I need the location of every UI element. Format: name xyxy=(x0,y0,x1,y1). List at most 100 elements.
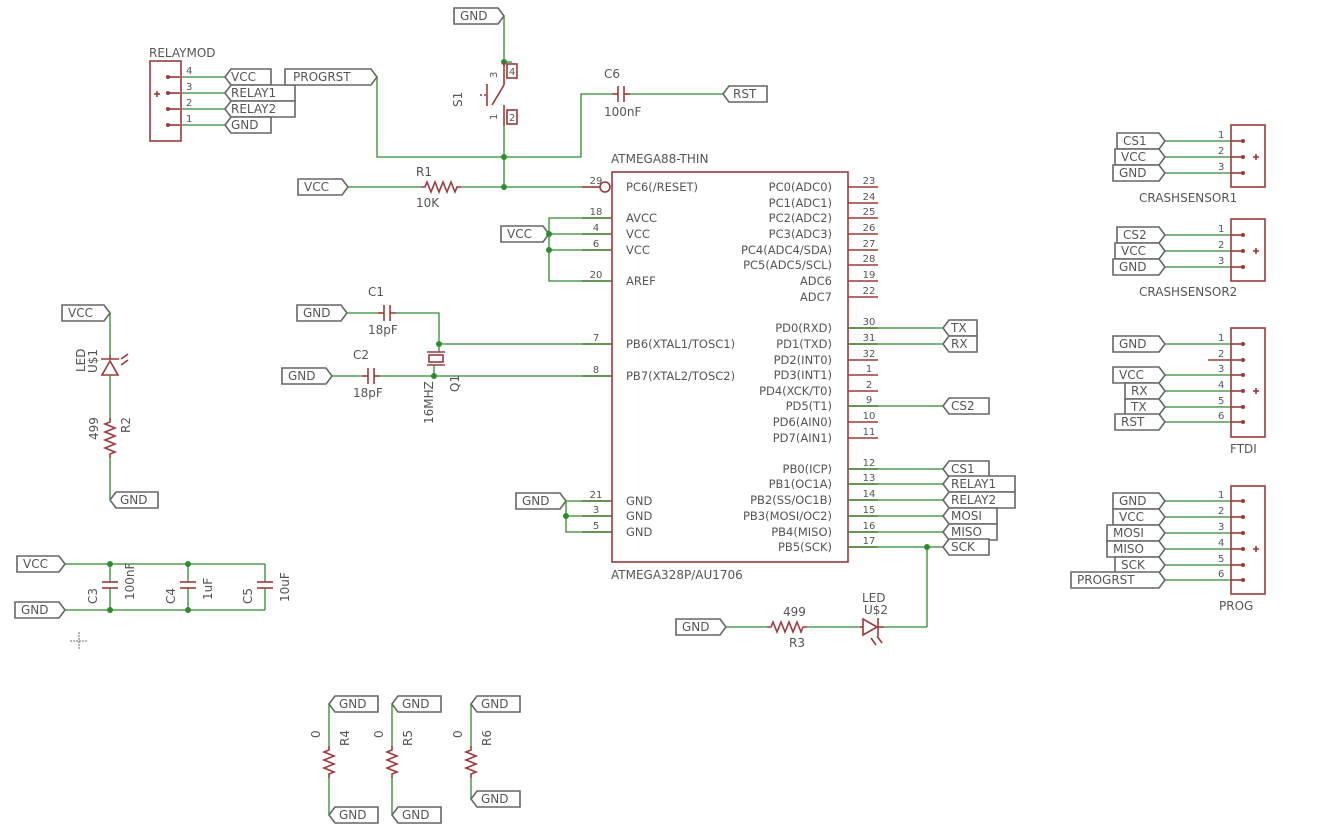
net-flag-miso[interactable]: MISO xyxy=(942,523,998,541)
svg-text:VCC: VCC xyxy=(1121,150,1146,164)
net-flag-progrst[interactable]: PROGRST xyxy=(284,68,378,86)
svg-text:1: 1 xyxy=(1218,224,1224,235)
net-flag-vcc[interactable]: VCC xyxy=(1114,242,1166,260)
crashsensor1-connector[interactable]: CS1 VCC GND 1 2 3 CRASHSENSOR1 xyxy=(1112,124,1266,205)
r1-value: 10K xyxy=(416,196,440,210)
net-flag-gnd[interactable]: GND xyxy=(1112,258,1166,276)
net-flag-gnd[interactable]: GND xyxy=(296,304,348,322)
mcu-pin-name: PC0(ADC0) xyxy=(769,180,832,194)
net-flag-cs1[interactable]: CS1 xyxy=(1116,132,1166,150)
capacitor-c2[interactable]: C2 18pF xyxy=(353,348,383,400)
net-flag-gnd[interactable]: GND xyxy=(281,367,333,385)
net-flag-vcc[interactable]: VCC xyxy=(61,304,111,322)
resistor-r3[interactable]: 499 R3 xyxy=(767,605,807,650)
capacitor-c3[interactable]: C3 100nF xyxy=(86,562,137,610)
svg-text:RELAY1: RELAY1 xyxy=(951,477,996,491)
led-u1[interactable]: LED U$1 xyxy=(74,348,129,376)
svg-text:GND: GND xyxy=(21,603,49,617)
resistor-r2[interactable]: 499 R2 xyxy=(87,417,133,458)
net-flag-vcc[interactable]: VCC xyxy=(1112,366,1166,384)
net-flag-tx[interactable]: TX xyxy=(1124,398,1166,416)
mcu-pin-number: 29 xyxy=(590,176,603,187)
net-flag-gnd[interactable]: GND xyxy=(1112,335,1166,353)
net-flag-vcc[interactable]: VCC xyxy=(224,68,272,86)
net-flag-progrst[interactable]: PROGRST xyxy=(1070,571,1166,589)
net-flag-mosi[interactable]: MOSI xyxy=(1106,524,1166,542)
mcu-atmega[interactable]: ATMEGA88-THIN ATMEGA328P/AU1706 29 PC6(/R… xyxy=(582,152,878,582)
svg-text:VCC: VCC xyxy=(1119,510,1144,524)
net-flag-gnd[interactable]: GND xyxy=(515,492,567,510)
capacitor-c6[interactable]: C6 100nF xyxy=(604,67,642,119)
mcu-pin-name: PB0(ICP) xyxy=(783,462,832,476)
resistor-r4[interactable]: GND GND 0 R4 xyxy=(309,695,379,824)
relaymod-connector[interactable]: RELAYMOD 4 3 2 1 xyxy=(149,46,225,142)
net-flag-vcc[interactable]: VCC xyxy=(1112,508,1166,526)
svg-text:RELAY1: RELAY1 xyxy=(231,86,276,100)
mcu-pin-name: PB4(MISO) xyxy=(771,525,832,539)
svg-text:2: 2 xyxy=(1218,146,1224,157)
net-flag-sck[interactable]: SCK xyxy=(942,538,990,556)
mcu-pin-name: PB2(SS/OC1B) xyxy=(750,493,832,507)
svg-text:GND: GND xyxy=(339,808,367,822)
net-flag-gnd[interactable]: GND xyxy=(14,601,66,619)
mcu-pin-number: 1 xyxy=(866,364,872,375)
net-flag-vcc[interactable]: VCC xyxy=(500,225,550,243)
resistor-r1[interactable]: R1 10K xyxy=(416,165,461,210)
net-flag-vcc[interactable]: VCC xyxy=(297,178,349,196)
mcu-pin-number: 22 xyxy=(863,286,876,297)
svg-text:6: 6 xyxy=(1218,569,1224,580)
crystal-q1[interactable]: Q1 16MHZ xyxy=(422,344,462,424)
net-flag-gnd[interactable]: GND xyxy=(1112,492,1166,510)
net-flag-vcc[interactable]: VCC xyxy=(16,555,66,573)
mcu-value: ATMEGA328P/AU1706 xyxy=(611,568,743,582)
led-u2[interactable]: LED U$2 xyxy=(860,591,888,646)
net-flag-cs2[interactable]: CS2 xyxy=(1116,226,1166,244)
crashsensor2-connector[interactable]: CS2 VCC GND 1 2 3 CRASHSENSOR2 xyxy=(1112,218,1266,299)
net-flag-relay2[interactable]: RELAY2 xyxy=(224,100,296,118)
net-flag-gnd[interactable]: GND xyxy=(675,618,727,636)
svg-text:4: 4 xyxy=(509,67,515,78)
mcu-name: ATMEGA88-THIN xyxy=(611,152,708,166)
net-flag-rst[interactable]: RST xyxy=(722,85,768,103)
net-flag-gnd[interactable]: GND xyxy=(109,491,159,509)
net-flag-miso[interactable]: MISO xyxy=(1106,540,1166,558)
mcu-pin-name: PD2(INT0) xyxy=(774,353,832,367)
svg-text:VCC: VCC xyxy=(23,557,48,571)
svg-text:2: 2 xyxy=(509,113,515,124)
prog-connector[interactable]: GND VCC MOSI MISO SCK PROGRST 1 2 3 4 5 … xyxy=(1070,485,1266,613)
svg-text:MOSI: MOSI xyxy=(951,509,982,523)
ftdi-connector[interactable]: GND VCC RX TX RST 1 2 3 4 5 6 FTDI xyxy=(1112,327,1266,456)
net-flag-rx[interactable]: RX xyxy=(1124,382,1166,400)
mcu-pin-name: ADC6 xyxy=(800,274,832,288)
net-flag-vcc[interactable]: VCC xyxy=(1114,148,1166,166)
mcu-pin-name: PC1(ADC1) xyxy=(769,196,832,210)
net-flag-mosi[interactable]: MOSI xyxy=(942,507,998,525)
svg-text:GND: GND xyxy=(288,369,316,383)
net-flag-rx[interactable]: RX xyxy=(942,335,978,353)
net-flag-cs2[interactable]: CS2 xyxy=(942,397,990,415)
net-flag-cs1[interactable]: CS1 xyxy=(942,460,990,478)
capacitor-c4[interactable]: C4 1uF xyxy=(164,564,215,610)
resistor-r5[interactable]: GND GND 0 R5 xyxy=(372,695,442,824)
net-flag-gnd[interactable]: GND xyxy=(1112,164,1166,182)
relaymod-pin-num: 3 xyxy=(186,82,192,93)
net-flag-tx[interactable]: TX xyxy=(942,319,978,337)
capacitor-c5[interactable]: C5 10uF xyxy=(241,564,292,610)
net-flag-relay1[interactable]: RELAY1 xyxy=(224,84,296,102)
net-flag-gnd[interactable]: GND xyxy=(224,116,272,134)
resistor-r6[interactable]: GND GND 0 R6 xyxy=(451,695,521,808)
svg-text:MISO: MISO xyxy=(951,525,982,539)
mcu-pin-name: ADC7 xyxy=(800,290,832,304)
switch-s1[interactable]: S1 4 2 3 1 xyxy=(451,62,518,126)
net-flag-sck[interactable]: SCK xyxy=(1114,556,1166,574)
net-flag-relay2[interactable]: RELAY2 xyxy=(942,491,1016,509)
net-flag-relay1[interactable]: RELAY1 xyxy=(942,475,1016,493)
r4-value: 0 xyxy=(309,730,323,738)
net-flag-rst[interactable]: RST xyxy=(1114,413,1166,431)
svg-text:3: 3 xyxy=(1218,522,1224,533)
svg-text:5: 5 xyxy=(1218,554,1224,565)
mcu-pin: 14 PB2(SS/OC1B) xyxy=(750,489,878,507)
capacitor-c1[interactable]: C1 18pF xyxy=(368,285,398,337)
mcu-pin: 11 PD7(AIN1) xyxy=(773,427,878,445)
net-flag-gnd[interactable]: GND xyxy=(453,7,505,25)
